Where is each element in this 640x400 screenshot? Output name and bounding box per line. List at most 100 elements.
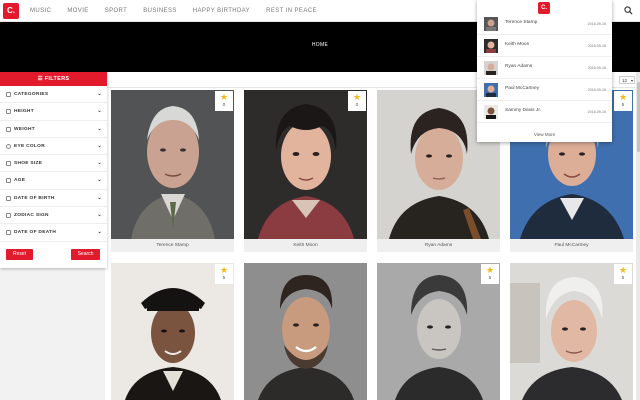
filter-label: ZODIAC SIGN xyxy=(14,213,49,219)
rating-value: 5 xyxy=(222,276,226,281)
chevron-down-icon: ⌄ xyxy=(97,125,102,132)
celebrity-card[interactable]: ★ 5 xyxy=(510,263,633,400)
calendar-icon xyxy=(6,195,11,201)
avatar xyxy=(484,83,498,97)
filter-zodiac-sign[interactable]: ZODIAC SIGN ⌄ xyxy=(0,207,107,225)
nav-item-happy-birthday[interactable]: HAPPY BIRTHDAY xyxy=(193,8,250,14)
celebrity-name: Terence Stamp xyxy=(111,239,234,252)
star-icon: ★ xyxy=(618,92,628,102)
reset-button[interactable]: Reset xyxy=(6,249,33,260)
filter-age[interactable]: AGE ⌄ xyxy=(0,172,107,190)
avatar xyxy=(484,61,498,75)
filter-eye-color[interactable]: EYE COLOR ⌄ xyxy=(0,138,107,156)
shoe-icon xyxy=(6,161,11,167)
rating-value: 0 xyxy=(355,103,359,108)
chevron-down-icon: ⌄ xyxy=(97,229,102,236)
chevron-down-icon: ⌄ xyxy=(97,194,102,201)
chevron-down-icon: ⌄ xyxy=(97,177,102,184)
nav-item-sport[interactable]: SPORT xyxy=(105,8,128,14)
rating-value: 0 xyxy=(222,103,226,108)
filter-label: SHOE SIZE xyxy=(14,161,43,167)
chevron-down-icon: ⌄ xyxy=(97,160,102,167)
tag-icon xyxy=(6,92,11,97)
filter-label: DATE OF DEATH xyxy=(14,230,57,236)
popup-item[interactable]: Paul McCartney 2016-09-16 xyxy=(477,79,612,101)
filter-label: AGE xyxy=(14,178,26,184)
filter-label: CATEGORIES xyxy=(14,92,49,97)
nav-item-business[interactable]: BUSINESS xyxy=(143,8,177,14)
popup-item-name: Terence Stamp xyxy=(505,20,538,25)
filter-height[interactable]: HEIGHT ⌄ xyxy=(0,103,107,121)
popup-item-date: 2016-09-16 xyxy=(587,88,606,92)
nav-item-movie[interactable]: MOVIE xyxy=(67,8,88,14)
scrollbar-thumb[interactable] xyxy=(636,82,640,152)
celebrity-name: Keith Moon xyxy=(244,239,367,252)
ruler-icon xyxy=(6,109,11,115)
filter-label: WEIGHT xyxy=(14,126,35,132)
main-nav: MUSIC MOVIE SPORT BUSINESS HAPPY BIRTHDA… xyxy=(30,0,333,22)
popup-item[interactable]: Sammy Davis Jr. 2016-09-16 xyxy=(477,101,612,123)
search-button[interactable] xyxy=(618,0,640,22)
rating-badge: ★ 5 xyxy=(614,264,632,284)
popup-item-date: 2016-09-16 xyxy=(587,66,606,70)
nav-item-rest-in-peace[interactable]: REST IN PEACE xyxy=(266,8,317,14)
site-logo[interactable]: C. xyxy=(3,3,19,19)
celebrity-card[interactable]: ★ 5 xyxy=(377,263,500,400)
popup-item[interactable]: Keith Moon 2016-09-16 xyxy=(477,35,612,57)
celebrity-photo xyxy=(111,90,234,239)
nav-item-music[interactable]: MUSIC xyxy=(30,8,51,14)
star-icon: ★ xyxy=(352,92,362,102)
celebrity-card[interactable]: ★ 5 xyxy=(111,263,234,400)
chevron-down-icon: ⌄ xyxy=(97,91,102,97)
celebrity-name: Ryan Adams xyxy=(377,239,500,252)
star-icon: ★ xyxy=(219,265,229,275)
per-page-value: 12 xyxy=(622,78,628,83)
page-scrollbar[interactable] xyxy=(636,72,640,400)
chevron-down-icon: ⌄ xyxy=(97,108,102,115)
rating-value: 5 xyxy=(621,276,625,281)
filters-panel: ☰ FILTERS CATEGORIES ⌄ HEIGHT ⌄ WEIGHT ⌄ EY… xyxy=(0,72,107,268)
celebrity-name: Paul McCartney xyxy=(510,239,633,252)
celebrity-card[interactable]: ★ 0 Keith Moon xyxy=(244,90,367,252)
chevron-down-icon: ⌄ xyxy=(97,142,102,149)
filter-date-of-birth[interactable]: DATE OF BIRTH ⌄ xyxy=(0,190,107,208)
rating-badge: ★ 5 xyxy=(215,264,233,284)
rating-badge: ★ 5 xyxy=(481,264,499,284)
rating-value: 5 xyxy=(621,103,625,108)
eye-icon xyxy=(6,143,11,149)
filter-date-of-death[interactable]: DATE OF DEATH ⌄ xyxy=(0,224,107,242)
search-filter-button[interactable]: Search xyxy=(71,249,100,260)
filter-icon: ☰ xyxy=(37,76,45,82)
recent-popup: C. Terence Stamp 2016-09-16 Keith Moon 2… xyxy=(477,0,612,142)
rating-value: 5 xyxy=(488,276,492,281)
celebrity-photo xyxy=(244,90,367,239)
popup-item[interactable]: Ryan Adams 2016-09-16 xyxy=(477,57,612,79)
weight-icon xyxy=(6,126,11,132)
popup-item[interactable]: Terence Stamp 2016-09-16 xyxy=(477,13,612,35)
popup-item-name: Ryan Adams xyxy=(505,64,533,69)
popup-item-date: 2016-09-16 xyxy=(587,44,606,48)
per-page-select[interactable]: 12 ▾ xyxy=(619,76,635,84)
view-more-link[interactable]: View More xyxy=(477,132,612,137)
star-icon: ★ xyxy=(485,265,495,275)
filter-shoe-size[interactable]: SHOE SIZE ⌄ xyxy=(0,155,107,173)
celebrity-card[interactable]: ★ 0 Terence Stamp xyxy=(111,90,234,252)
calendar-icon xyxy=(6,230,11,236)
popup-item-name: Paul McCartney xyxy=(505,86,540,91)
filter-label: HEIGHT xyxy=(14,109,34,115)
filter-weight[interactable]: WEIGHT ⌄ xyxy=(0,121,107,138)
celebrity-photo xyxy=(244,263,367,400)
filters-header[interactable]: ☰ FILTERS xyxy=(0,72,107,86)
avatar xyxy=(484,105,498,119)
popup-item-name: Sammy Davis Jr. xyxy=(505,108,541,113)
filter-label: DATE OF BIRTH xyxy=(14,195,55,201)
filter-categories[interactable]: CATEGORIES ⌄ xyxy=(0,86,107,104)
chevron-down-icon: ▾ xyxy=(630,78,633,83)
popup-item-date: 2016-09-16 xyxy=(587,22,606,26)
avatar xyxy=(484,17,498,31)
popup-item-date: 2016-09-16 xyxy=(587,110,606,114)
filters-title: FILTERS xyxy=(44,76,70,82)
rating-badge: ★ 0 xyxy=(348,91,366,111)
celebrity-card[interactable] xyxy=(244,263,367,400)
rating-badge: ★ 0 xyxy=(215,91,233,111)
